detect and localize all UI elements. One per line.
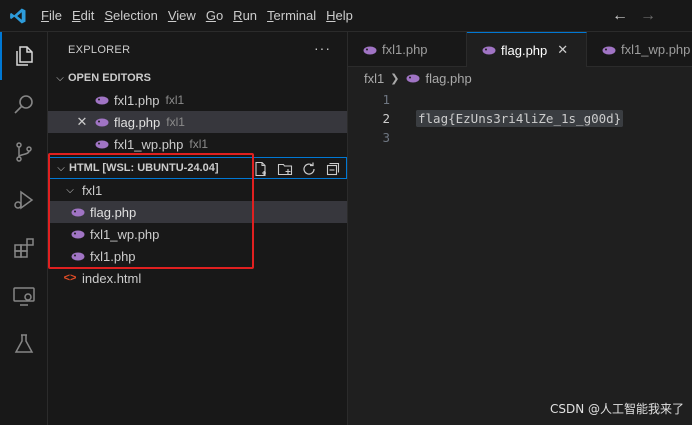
- file-item[interactable]: fxl1_wp.php: [48, 223, 347, 245]
- line-number: 1: [382, 92, 390, 107]
- php-file-icon: [94, 136, 110, 152]
- open-editor-item[interactable]: fxl1.php fxl1: [48, 89, 347, 111]
- chevron-down-icon: ⌵: [66, 184, 74, 196]
- search-icon[interactable]: [0, 80, 48, 128]
- chevron-down-icon: ⌵: [56, 72, 64, 84]
- close-tab-icon[interactable]: ✕: [557, 42, 568, 58]
- php-file-icon: [70, 204, 86, 220]
- activity-bar: [0, 32, 48, 425]
- source-control-icon[interactable]: [0, 128, 48, 176]
- new-file-icon[interactable]: [252, 160, 270, 178]
- explorer-icon[interactable]: [0, 32, 48, 80]
- explorer-title: EXPLORER: [68, 43, 131, 56]
- title-bar: File Edit Selection View Go Run Terminal…: [0, 0, 692, 32]
- code-line[interactable]: flag{EzUns3ri4liZe_1s_g00d}: [416, 109, 624, 128]
- open-editor-item[interactable]: fxl1_wp.php fxl1: [48, 133, 347, 155]
- menu-edit[interactable]: Edit: [67, 0, 99, 32]
- explorer-header: EXPLORER ···: [48, 32, 347, 67]
- collapse-all-icon[interactable]: [324, 160, 342, 178]
- editor-tabs: fxl1.php flag.php ✕ fxl1_wp.php: [348, 32, 692, 67]
- explorer-sidebar: EXPLORER ··· ⌵ OPEN EDITORS fxl1.php fxl…: [48, 32, 348, 425]
- file-item-active[interactable]: flag.php: [48, 201, 347, 223]
- breadcrumb-folder[interactable]: fxl1: [364, 71, 384, 86]
- php-file-icon: [481, 42, 497, 58]
- breadcrumb: fxl1 ❯ flag.php: [348, 67, 692, 89]
- php-file-icon: [601, 42, 617, 58]
- code-editor[interactable]: 1 2 flag{EzUns3ri4liZe_1s_g00d} 3: [348, 89, 692, 425]
- php-file-icon: [405, 70, 421, 86]
- forward-arrow-icon[interactable]: →: [640, 7, 656, 25]
- new-folder-icon[interactable]: [276, 160, 294, 178]
- open-editors-section[interactable]: ⌵ OPEN EDITORS: [48, 67, 347, 89]
- workspace-section[interactable]: ⌵ HTML [WSL: UBUNTU-24.04]: [48, 157, 347, 179]
- tab-flag[interactable]: flag.php ✕: [467, 32, 587, 67]
- menu-go[interactable]: Go: [201, 0, 228, 32]
- line-number: 3: [382, 130, 390, 145]
- menu-view[interactable]: View: [163, 0, 201, 32]
- run-debug-icon[interactable]: [0, 176, 48, 224]
- extensions-icon[interactable]: [0, 224, 48, 272]
- menu-help[interactable]: Help: [321, 0, 358, 32]
- php-file-icon: [70, 226, 86, 242]
- php-file-icon: [94, 114, 110, 130]
- back-arrow-icon[interactable]: ←: [612, 7, 628, 25]
- more-actions-icon[interactable]: ···: [314, 40, 331, 56]
- file-item[interactable]: <> index.html: [48, 267, 347, 289]
- folder-item[interactable]: ⌵ fxl1: [48, 179, 347, 201]
- chevron-right-icon: ❯: [390, 72, 400, 85]
- tab-fxl1-wp[interactable]: fxl1_wp.php: [587, 32, 692, 67]
- php-file-icon: [362, 42, 378, 58]
- menu-file[interactable]: File: [36, 0, 67, 32]
- breadcrumb-file[interactable]: flag.php: [425, 71, 471, 86]
- remote-explorer-icon[interactable]: [0, 272, 48, 320]
- php-file-icon: [70, 248, 86, 264]
- testing-icon[interactable]: [0, 320, 48, 368]
- file-item[interactable]: fxl1.php: [48, 245, 347, 267]
- watermark-text: CSDN @人工智能我来了: [549, 402, 684, 416]
- menu-run[interactable]: Run: [228, 0, 262, 32]
- tab-fxl1[interactable]: fxl1.php: [348, 32, 467, 67]
- php-file-icon: [94, 92, 110, 108]
- menu-terminal[interactable]: Terminal: [262, 0, 321, 32]
- refresh-icon[interactable]: [300, 160, 318, 178]
- vscode-logo-icon: [0, 0, 36, 32]
- menu-selection[interactable]: Selection: [99, 0, 162, 32]
- close-editor-icon[interactable]: ✕: [74, 114, 90, 130]
- menu-bar: File Edit Selection View Go Run Terminal…: [36, 0, 358, 32]
- open-editor-item-active[interactable]: ✕ flag.php fxl1: [48, 111, 347, 133]
- html-file-icon: <>: [63, 272, 77, 284]
- line-number: 2: [382, 111, 390, 126]
- chevron-down-icon: ⌵: [57, 162, 65, 174]
